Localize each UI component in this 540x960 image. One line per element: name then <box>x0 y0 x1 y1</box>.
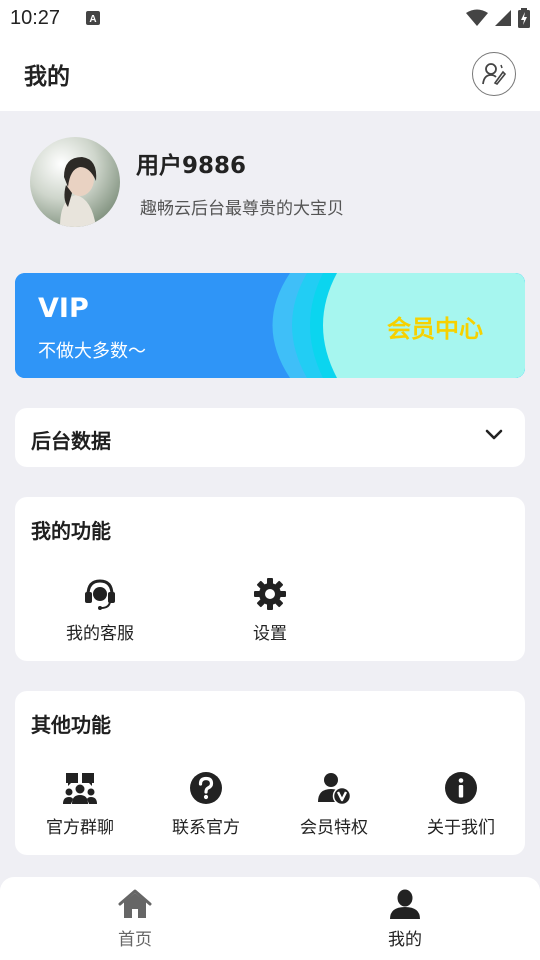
vip-user-icon <box>318 773 351 805</box>
vip-title: VIP <box>38 293 89 324</box>
settings-label: 设置 <box>253 624 287 644</box>
nav-mine-label: 我的 <box>388 930 422 950</box>
customer-service-label: 我的客服 <box>66 624 134 644</box>
member-privileges-button[interactable]: 会员特权 <box>270 771 398 838</box>
user-edit-icon <box>482 62 507 85</box>
app-header: 我的 <box>0 36 540 111</box>
wifi-icon <box>466 9 488 26</box>
page-title: 我的 <box>24 63 70 90</box>
gear-icon <box>254 578 286 610</box>
user-motto: 趣畅云后台最尊贵的大宝贝 <box>140 198 344 219</box>
avatar-portrait-icon <box>60 157 97 227</box>
official-group-chat-button[interactable]: 官方群聊 <box>16 771 144 838</box>
nav-home-label: 首页 <box>118 930 152 950</box>
info-icon <box>445 772 477 804</box>
bottom-nav: 首页 我的 <box>0 877 540 960</box>
member-privileges-label: 会员特权 <box>300 818 368 838</box>
notification-a-icon: A <box>86 11 101 25</box>
my-functions-title: 我的功能 <box>31 519 111 543</box>
status-time: 10:27 <box>10 6 61 29</box>
official-group-chat-label: 官方群聊 <box>46 818 114 838</box>
username: 用户9886 <box>136 152 247 179</box>
profile-section: 用户9886 趣畅云后台最尊贵的大宝贝 <box>30 137 344 227</box>
edit-profile-button[interactable] <box>472 51 516 96</box>
nav-item-home[interactable]: 首页 <box>75 889 195 950</box>
my-functions-card: 我的功能 我的客服 设置 <box>15 497 525 661</box>
home-icon <box>118 889 152 918</box>
headset-icon <box>85 579 115 610</box>
question-icon <box>190 772 222 804</box>
vip-card[interactable]: VIP 不做大多数～ 会员中心 <box>15 273 525 378</box>
contact-official-button[interactable]: 联系官方 <box>142 771 270 838</box>
about-us-button[interactable]: 关于我们 <box>397 771 525 838</box>
vip-subtitle: 不做大多数～ <box>38 341 146 362</box>
battery-charging-icon <box>518 8 530 28</box>
cellular-signal-icon <box>495 10 511 26</box>
backend-data-card[interactable]: 后台数据 <box>15 408 525 467</box>
member-center-link[interactable]: 会员中心 <box>387 309 483 344</box>
settings-button[interactable]: 设置 <box>206 577 334 644</box>
user-icon <box>390 889 420 919</box>
backend-data-title: 后台数据 <box>31 429 111 453</box>
contact-official-label: 联系官方 <box>172 818 240 838</box>
chevron-down-icon[interactable] <box>485 428 503 442</box>
svg-text:A: A <box>89 14 96 25</box>
other-functions-title: 其他功能 <box>31 713 111 737</box>
group-chat-icon <box>63 773 97 804</box>
customer-service-button[interactable]: 我的客服 <box>36 577 164 644</box>
other-functions-card: 其他功能 官方群聊 联系官方 会员特权 关于我们 <box>15 691 525 855</box>
status-bar: 10:27 A <box>0 0 540 36</box>
avatar[interactable] <box>30 137 120 227</box>
about-us-label: 关于我们 <box>427 818 495 838</box>
nav-item-mine[interactable]: 我的 <box>345 889 465 950</box>
